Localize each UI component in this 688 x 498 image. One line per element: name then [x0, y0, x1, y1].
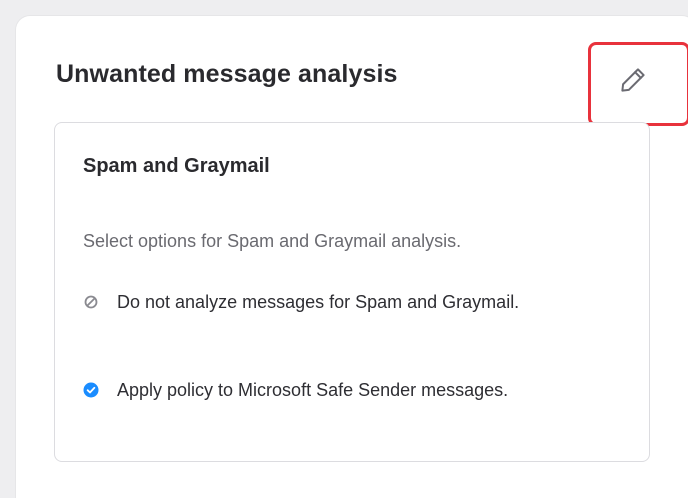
page: Unwanted message analysis Spam and Graym… [0, 0, 688, 498]
edit-button[interactable] [608, 56, 658, 106]
section-description: Select options for Spam and Graymail ana… [83, 231, 462, 251]
option-apply-safe-sender: Apply policy to Microsoft Safe Sender me… [83, 375, 623, 405]
check-circle-icon [83, 382, 99, 398]
option-label: Do not analyze messages for Spam and Gra… [117, 292, 520, 312]
disabled-icon [83, 294, 99, 310]
pencil-icon [616, 63, 650, 100]
spam-graymail-panel: Spam and Graymail Select options for Spa… [54, 122, 650, 462]
card-title: Unwanted message analysis [56, 60, 398, 88]
option-do-not-analyze: Do not analyze messages for Spam and Gra… [83, 287, 623, 317]
section-title: Spam and Graymail [83, 155, 270, 177]
unwanted-message-analysis-card: Unwanted message analysis Spam and Graym… [16, 16, 688, 498]
option-label: Apply policy to Microsoft Safe Sender me… [117, 380, 509, 400]
